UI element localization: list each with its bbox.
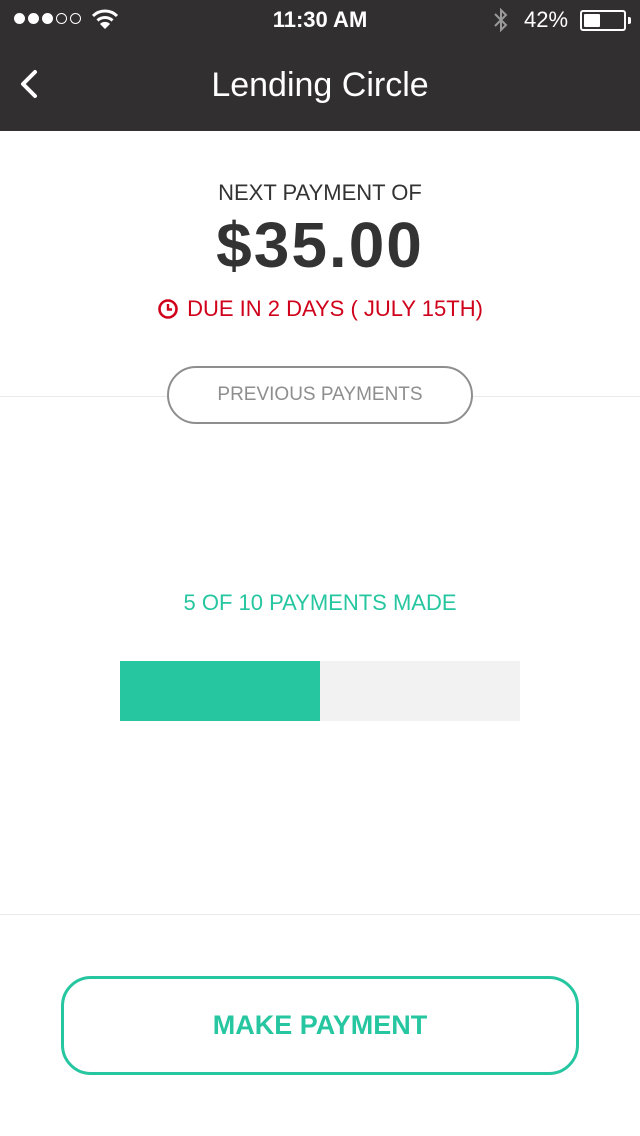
battery-percent: 42% [524,7,569,32]
payment-progress-bar [120,661,520,721]
due-date-row: DUE IN 2 DAYS ( JULY 15TH) [0,296,640,322]
payment-progress-fill [120,661,320,721]
header: 11:30 AM 42% Lending Circle [0,0,640,131]
make-payment-button[interactable]: MAKE PAYMENT [61,976,579,1075]
clock-icon [158,299,178,319]
next-payment-label: NEXT PAYMENT OF [218,180,422,205]
bluetooth-icon [494,7,508,33]
due-date-text: DUE IN 2 DAYS ( JULY 15TH) [187,296,483,321]
previous-payments-button[interactable]: PREVIOUS PAYMENTS [167,366,473,424]
page-title: Lending Circle [211,66,429,104]
battery-level [584,14,600,27]
payment-amount: $35.00 [216,209,424,281]
progress-label: 5 OF 10 PAYMENTS MADE [183,590,457,615]
divider [0,914,640,915]
status-bar: 11:30 AM 42% [0,0,640,40]
battery-icon [580,10,626,31]
